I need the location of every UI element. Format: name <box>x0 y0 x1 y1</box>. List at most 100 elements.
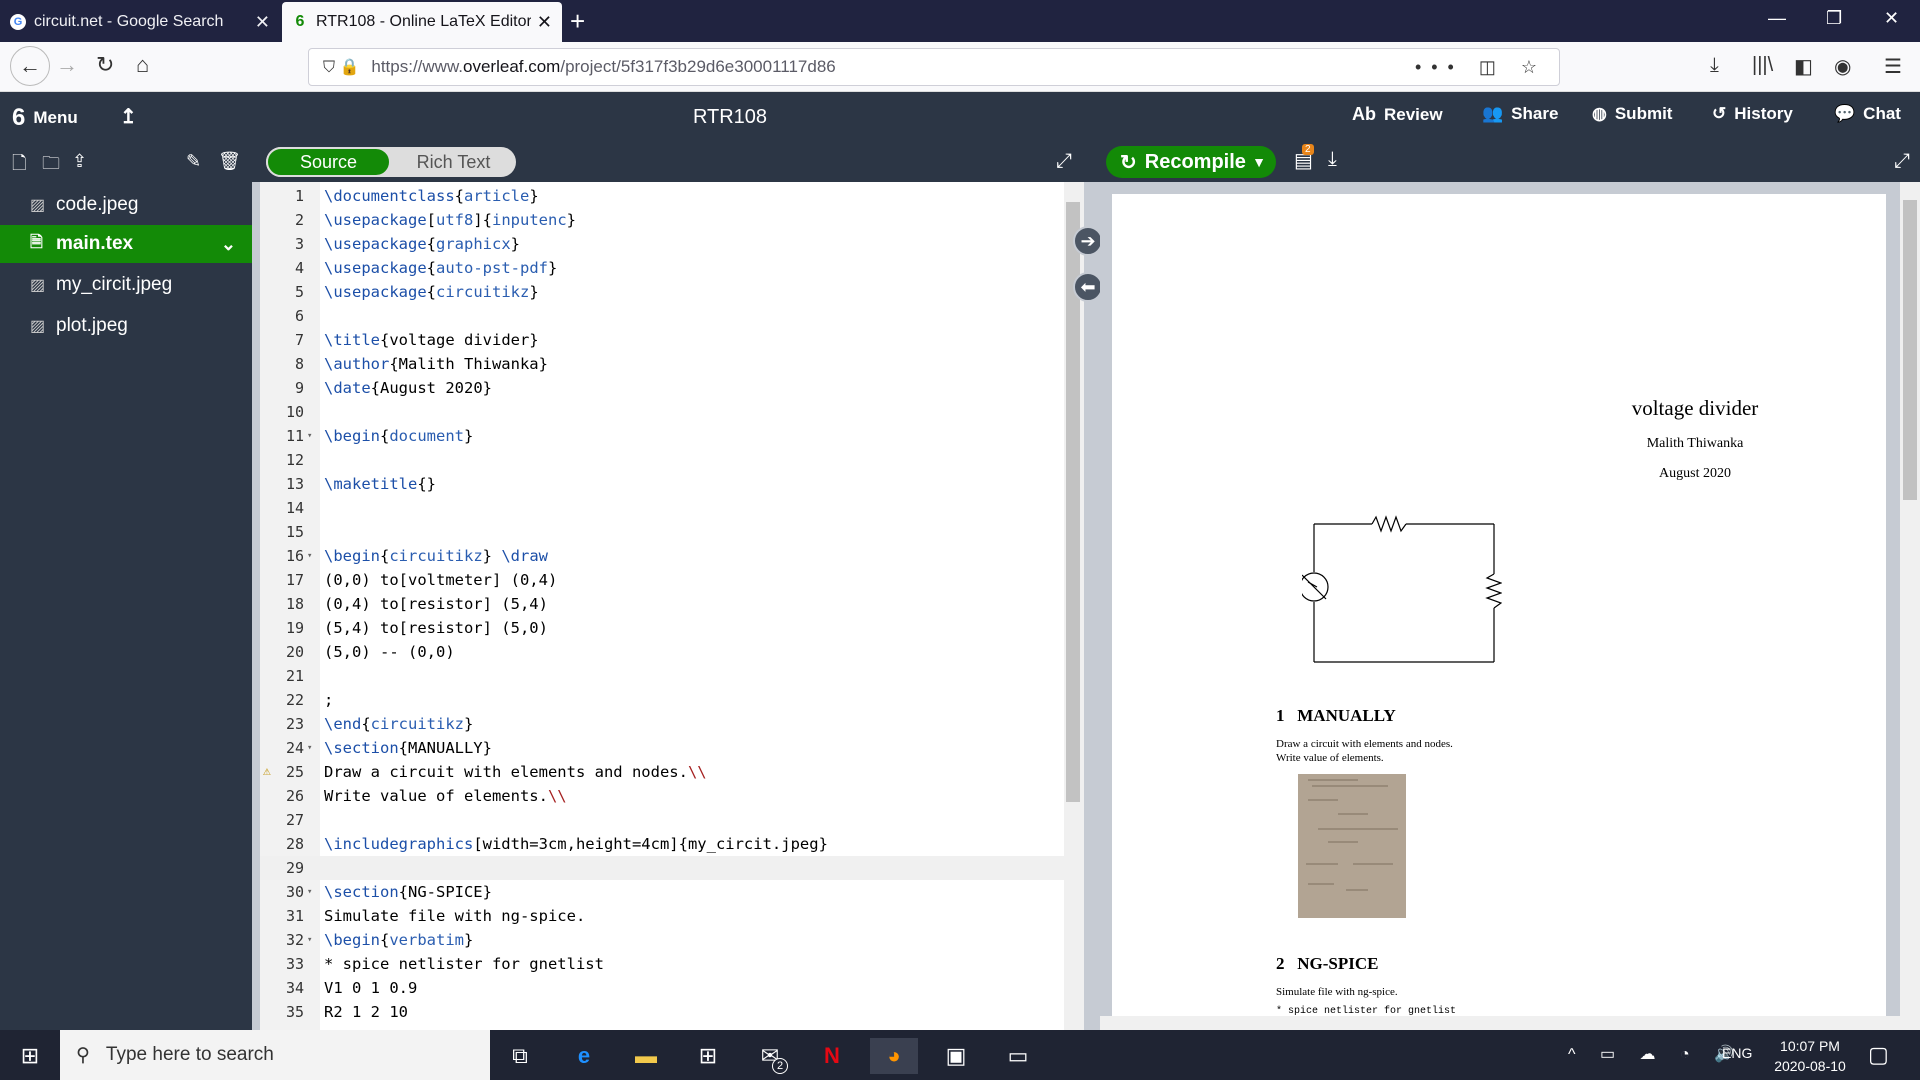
task-view-icon[interactable]: ⧉ <box>496 1038 544 1074</box>
project-title[interactable]: RTR108 <box>0 106 1460 129</box>
code-text[interactable]: Write value of elements.\\ <box>324 784 567 808</box>
code-line[interactable]: 34 V1 0 1 0.9 <box>260 976 1064 1000</box>
code-text[interactable]: \maketitle{} <box>324 472 436 496</box>
code-line[interactable]: 2 \usepackage[utf8]{inputenc} <box>260 208 1064 232</box>
address-bar[interactable]: ⛉ 🔒 https://www.overleaf.com/project/5f3… <box>308 48 1560 86</box>
code-line[interactable]: 12 <box>260 448 1064 472</box>
account-icon[interactable]: ◉ <box>1834 54 1851 79</box>
fold-toggle-icon[interactable]: ▾ <box>307 736 312 760</box>
reload-icon[interactable]: ↻ <box>96 52 114 78</box>
code-text[interactable]: (5,4) to[resistor] (5,0) <box>324 616 548 640</box>
code-line[interactable]: 10 <box>260 400 1064 424</box>
code-line[interactable]: 16 ▾ \begin{circuitikz} \draw <box>260 544 1064 568</box>
new-file-icon[interactable]: 🗋 <box>12 151 26 181</box>
code-text[interactable]: \author{Malith Thiwanka} <box>324 352 548 376</box>
code-line[interactable]: 8 \author{Malith Thiwanka} <box>260 352 1064 376</box>
code-line[interactable]: 30 ▾ \section{NG-SPICE} <box>260 880 1064 904</box>
taskbar-search[interactable]: ⚲ Type here to search <box>60 1030 490 1080</box>
code-editor[interactable]: 1 \documentclass{article} 2 \usepackage[utf… <box>260 182 1064 1030</box>
minimize-icon[interactable]: — <box>1768 8 1786 29</box>
code-text[interactable]: \begin{document} <box>324 424 473 448</box>
code-text[interactable]: (0,4) to[resistor] (5,4) <box>324 592 548 616</box>
file-item-plot-jpeg[interactable]: ▨ plot.jpeg <box>0 307 252 345</box>
store-icon[interactable]: ⊞ <box>684 1038 732 1074</box>
upload-icon[interactable]: ⇪ <box>72 151 87 172</box>
close-tab-icon[interactable]: ✕ <box>255 12 270 33</box>
code-line[interactable]: 17 (0,0) to[voltmeter] (0,4) <box>260 568 1064 592</box>
code-text[interactable]: * spice netlister for gnetlist <box>324 952 604 976</box>
expand-editor-icon[interactable]: ⤢ <box>1056 150 1072 173</box>
code-line[interactable]: 9 \date{August 2020} <box>260 376 1064 400</box>
chevron-down-icon[interactable]: ⌄ <box>221 234 236 255</box>
chat-button[interactable]: 💬 Chat <box>1834 104 1901 124</box>
code-text[interactable]: \begin{verbatim} <box>324 928 473 952</box>
pdf-preview[interactable]: voltage divider Malith Thiwanka August 2… <box>1100 182 1900 1016</box>
code-text[interactable]: \documentclass{article} <box>324 184 539 208</box>
code-text[interactable]: \begin{circuitikz} \draw <box>324 544 548 568</box>
fold-toggle-icon[interactable]: ▾ <box>307 880 312 904</box>
code-line[interactable]: 29 <box>260 856 1064 880</box>
rename-pencil-icon[interactable]: ✎ <box>186 151 201 172</box>
file-item-my-circit-jpeg[interactable]: ▨ my_circit.jpeg <box>0 266 252 304</box>
page-actions[interactable]: ••• ◫ ☆ <box>1415 57 1547 78</box>
pdf-horizontal-scrollbar[interactable] <box>1100 1016 1920 1030</box>
code-text[interactable]: \title{voltage divider} <box>324 328 539 352</box>
code-text[interactable]: \section{NG-SPICE} <box>324 880 492 904</box>
file-tree-resizer[interactable] <box>252 182 260 1030</box>
edge-icon[interactable]: e <box>560 1038 608 1074</box>
fold-toggle-icon[interactable]: ▾ <box>307 424 312 448</box>
code-text[interactable]: \includegraphics[width=3cm,height=4cm]{m… <box>324 832 828 856</box>
review-button[interactable]: Ab Review <box>1352 104 1443 125</box>
share-button[interactable]: 👥 Share <box>1482 104 1558 124</box>
tab-overleaf[interactable]: 6 RTR108 - Online LaTeX Editor O ✕ <box>282 2 562 42</box>
code-line[interactable]: 18 (0,4) to[resistor] (5,4) <box>260 592 1064 616</box>
file-item-code-jpeg[interactable]: ▨ code.jpeg <box>0 186 252 224</box>
code-text[interactable]: \usepackage{auto-pst-pdf} <box>324 256 557 280</box>
windows-start-icon[interactable]: ⊞ <box>6 1038 54 1074</box>
code-line[interactable]: 3 \usepackage{graphicx} <box>260 232 1064 256</box>
history-button[interactable]: ↺ History <box>1712 104 1793 124</box>
caret-down-icon[interactable]: ▼ <box>1252 154 1266 170</box>
code-line[interactable]: 19 (5,4) to[resistor] (5,0) <box>260 616 1064 640</box>
fold-toggle-icon[interactable]: ▾ <box>307 544 312 568</box>
new-folder-icon[interactable]: 🗀 <box>42 151 60 181</box>
close-tab-icon[interactable]: ✕ <box>537 12 552 33</box>
code-line[interactable]: 21 <box>260 664 1064 688</box>
code-line[interactable]: 31 Simulate file with ng-spice. <box>260 904 1064 928</box>
forward-arrow-icon[interactable]: → <box>56 52 78 78</box>
back-arrow-icon[interactable]: ← <box>10 46 50 86</box>
mail-icon[interactable]: ✉ 2 <box>746 1038 794 1074</box>
code-text[interactable]: Simulate file with ng-spice. <box>324 904 585 928</box>
app-icon[interactable]: ▣ <box>932 1038 980 1074</box>
code-line[interactable]: 5 \usepackage{circuitikz} <box>260 280 1064 304</box>
code-line[interactable]: 15 <box>260 520 1064 544</box>
new-tab-icon[interactable]: + <box>570 6 585 37</box>
code-line[interactable]: 1 \documentclass{article} <box>260 184 1064 208</box>
sync-to-code-arrow-icon[interactable]: ⬅ <box>1073 272 1103 302</box>
code-line[interactable]: 20 (5,0) -- (0,0) <box>260 640 1064 664</box>
library-icon[interactable]: |||\ <box>1752 54 1773 77</box>
firefox-icon[interactable]: ◕ <box>870 1038 918 1074</box>
system-tray-icons[interactable]: ^ ▭ ☁ ◔ 🔊 <box>1568 1044 1744 1064</box>
code-line[interactable]: 23 \end{circuitikz} <box>260 712 1064 736</box>
code-text[interactable]: Draw a circuit with elements and nodes.\… <box>324 760 707 784</box>
submit-button[interactable]: ◍ Submit <box>1592 104 1672 124</box>
code-line[interactable]: 28 \includegraphics[width=3cm,height=4cm]… <box>260 832 1064 856</box>
code-line[interactable]: 32 ▾ \begin{verbatim} <box>260 928 1064 952</box>
file-explorer-icon[interactable]: ▬ <box>622 1038 670 1074</box>
code-text[interactable]: V1 0 1 0.9 <box>324 976 417 1000</box>
restore-icon[interactable]: ❐ <box>1826 8 1842 29</box>
more-actions-icon[interactable]: ••• <box>1415 57 1464 77</box>
code-line[interactable]: 26 Write value of elements.\\ <box>260 784 1064 808</box>
notification-icon[interactable]: ▢ <box>1868 1042 1889 1068</box>
code-text[interactable]: \usepackage{circuitikz} <box>324 280 539 304</box>
sync-to-pdf-arrow-icon[interactable]: ➔ <box>1073 226 1103 256</box>
code-text[interactable]: \date{August 2020} <box>324 376 492 400</box>
code-text[interactable]: \usepackage[utf8]{inputenc} <box>324 208 576 232</box>
code-text[interactable]: R2 1 2 10 <box>324 1000 408 1024</box>
home-icon[interactable]: ⌂ <box>136 52 149 78</box>
code-line[interactable]: 22; <box>260 688 1064 712</box>
sidebar-icon[interactable]: ◧ <box>1794 54 1813 79</box>
source-mode-button[interactable]: Source <box>266 147 391 177</box>
download-icon[interactable]: ⤓ <box>1710 54 1719 77</box>
